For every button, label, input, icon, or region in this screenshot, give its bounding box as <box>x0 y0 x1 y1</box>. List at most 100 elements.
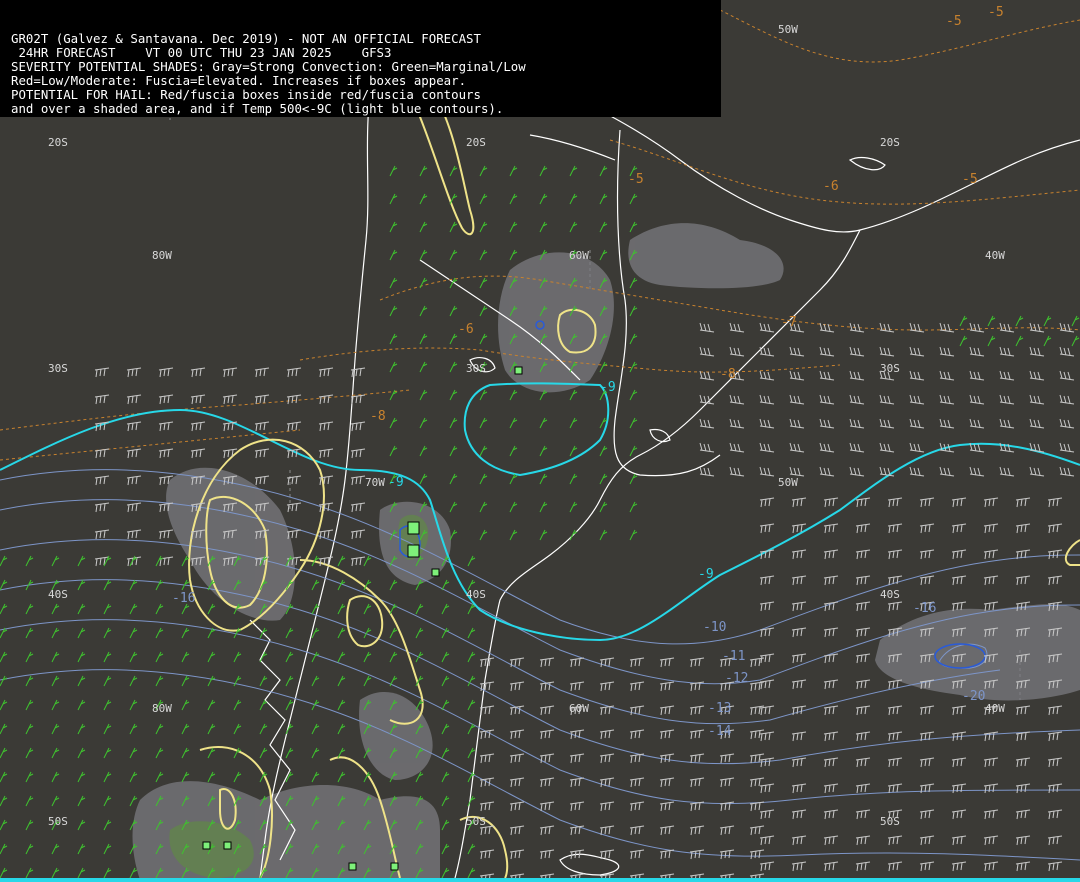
wind-barb <box>789 346 805 357</box>
wind-barb-light <box>449 333 458 345</box>
wind-barb-light <box>51 627 60 639</box>
wind-barb-light <box>629 501 638 513</box>
wind-barb <box>1047 731 1063 742</box>
wind-barb <box>1059 394 1075 405</box>
wind-barb <box>659 825 675 836</box>
wind-barb-light <box>441 795 450 807</box>
wind-barb-light <box>389 675 398 687</box>
lat-label-30s-mid: 30S <box>466 362 486 375</box>
wind-barb <box>819 346 835 357</box>
wind-barb <box>823 705 839 716</box>
wind-barb <box>659 849 675 860</box>
wind-barb <box>855 679 871 690</box>
wind-barb-light <box>509 221 518 233</box>
wind-barb <box>887 575 903 586</box>
wind-barb <box>749 849 765 860</box>
wind-barb <box>126 502 142 513</box>
wind-barb <box>126 448 142 459</box>
wind-barb <box>969 466 985 477</box>
contour-label-m10: -10 <box>703 620 726 635</box>
wind-barb-light <box>479 501 488 513</box>
wind-barb <box>1047 757 1063 768</box>
wind-barb <box>887 523 903 534</box>
wind-barb <box>126 421 142 432</box>
wind-barb-light <box>155 603 164 615</box>
wind-barb-light <box>509 501 518 513</box>
wind-barb-light <box>419 417 428 429</box>
wind-barb <box>749 825 765 836</box>
wind-barb-light <box>103 603 112 615</box>
wind-barb <box>759 466 775 477</box>
wind-barb <box>1059 418 1075 429</box>
wind-barb-light <box>959 315 968 327</box>
wind-barb-light <box>569 165 578 177</box>
wind-barb-light <box>207 699 216 711</box>
wind-barb <box>887 835 903 846</box>
wind-barb-light <box>599 445 608 457</box>
wind-barb-light <box>25 627 34 639</box>
wind-barb <box>126 529 142 540</box>
wind-barb-light <box>77 747 86 759</box>
wind-barb <box>791 835 807 846</box>
wind-barb <box>254 448 270 459</box>
wind-barb-light <box>389 579 398 591</box>
wind-barb-light <box>103 651 112 663</box>
wind-barb-light <box>103 819 112 831</box>
wind-barb-light <box>629 473 638 485</box>
wind-barb-light <box>77 723 86 735</box>
wind-barb <box>789 418 805 429</box>
wind-barb <box>158 529 174 540</box>
wind-barb <box>855 705 871 716</box>
wind-barb <box>318 367 334 378</box>
wind-barb-light <box>129 675 138 687</box>
wind-barb <box>1059 322 1075 333</box>
wind-barb <box>919 757 935 768</box>
wind-barb <box>849 394 865 405</box>
lat-label-50s-mid: 50S <box>466 815 486 828</box>
wind-barb <box>222 367 238 378</box>
wind-barb-light <box>389 651 398 663</box>
wind-barb-light <box>987 335 996 347</box>
wind-barb-light <box>539 165 548 177</box>
wind-barb <box>951 549 967 560</box>
wind-barb <box>1059 442 1075 453</box>
wind-barb-light <box>25 699 34 711</box>
wind-barb <box>759 679 775 690</box>
forecast-map: 20S 20S 20S 30S 30S 30S 40S 40S 40S 50S … <box>0 0 1080 882</box>
header-line-hail: POTENTIAL FOR HAIL: Red/fuscia boxes ins… <box>11 87 481 102</box>
wind-barb-light <box>509 417 518 429</box>
header-line-severity-cont: Red=Low/Moderate: Fuscia=Elevated. Incre… <box>11 73 467 88</box>
wind-barb <box>699 346 715 357</box>
wind-barb <box>999 346 1015 357</box>
wind-barb-light <box>103 867 112 879</box>
wind-barb <box>1015 809 1031 820</box>
wind-barb-light <box>449 389 458 401</box>
wind-barb <box>823 523 839 534</box>
wind-barb-light <box>363 555 372 567</box>
wind-barb-light <box>419 165 428 177</box>
wind-barb <box>749 801 765 812</box>
wind-barb <box>909 442 925 453</box>
wind-barb <box>729 322 745 333</box>
wind-barb <box>509 801 525 812</box>
wind-barb <box>158 448 174 459</box>
wind-barb <box>350 529 366 540</box>
wind-barb-light <box>1015 315 1024 327</box>
wind-barb <box>629 849 645 860</box>
contour-label-m5: -5 <box>946 14 962 29</box>
wind-barb-light <box>181 675 190 687</box>
bottom-border <box>0 878 1080 882</box>
contour-label-m5: -5 <box>988 5 1004 20</box>
wind-barb-light <box>539 193 548 205</box>
wind-barb-light <box>181 627 190 639</box>
wind-barb-light <box>181 771 190 783</box>
wind-barb-light <box>539 529 548 541</box>
wind-barb <box>629 777 645 788</box>
wind-barb-light <box>103 795 112 807</box>
wind-barb <box>629 681 645 692</box>
wind-barb <box>158 556 174 567</box>
wind-barb <box>791 653 807 664</box>
wind-barb-light <box>441 867 450 879</box>
wind-barb <box>855 653 871 664</box>
wind-barb <box>659 801 675 812</box>
